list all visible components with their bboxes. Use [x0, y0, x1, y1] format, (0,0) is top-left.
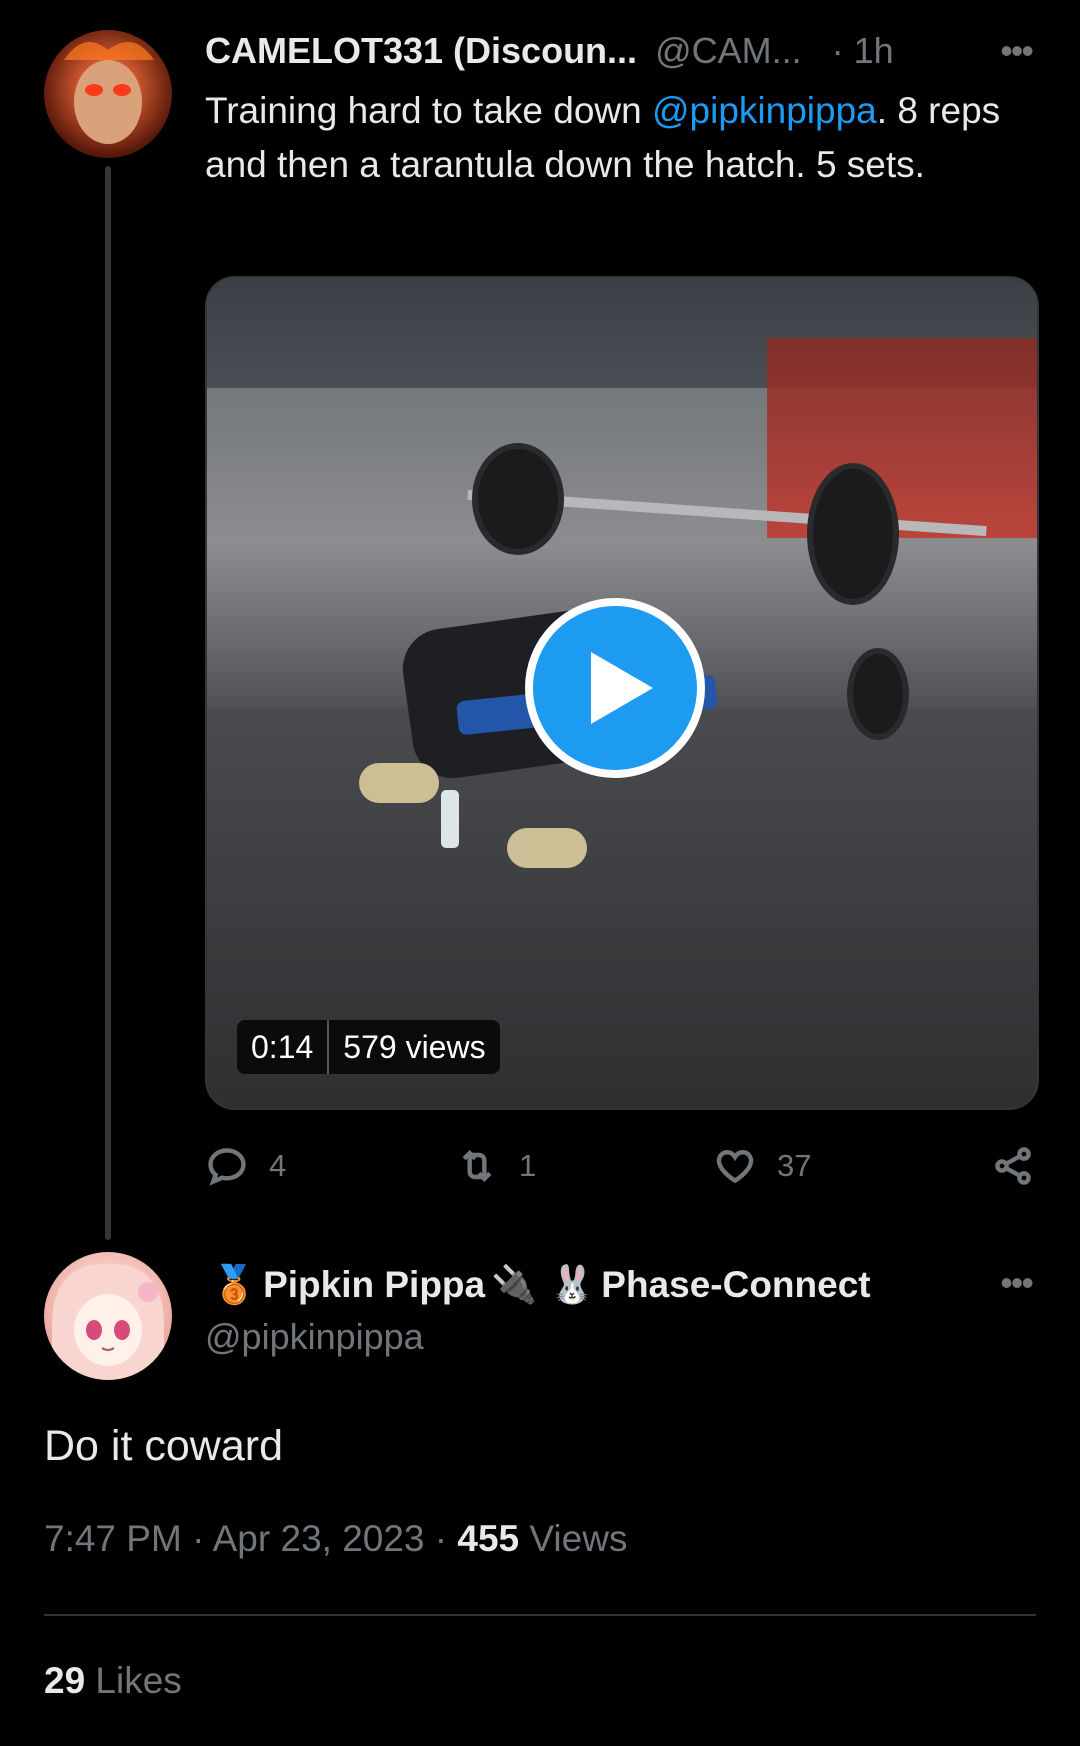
thread-line — [105, 166, 111, 1240]
heart-icon — [716, 1150, 754, 1184]
retweet-button[interactable]: 1 — [455, 1140, 536, 1192]
reply-text: Do it coward — [44, 1422, 283, 1470]
medal-icon: 🥉 — [211, 1263, 258, 1305]
reply-button[interactable]: 4 — [205, 1140, 286, 1192]
video-views: 579 views — [343, 1028, 486, 1065]
reply-header: 🥉 Pipkin Pippa 🔌 🐰 Phase-Connect — [205, 1258, 871, 1312]
timestamp[interactable]: 7:47 PM · Apr 23, 2023 · — [44, 1518, 457, 1559]
display-name[interactable]: Pipkin Pippa — [263, 1264, 485, 1306]
tweet-meta: 7:47 PM · Apr 23, 2023 · 455 Views — [44, 1518, 627, 1560]
likes-link[interactable]: 29 Likes — [44, 1660, 182, 1702]
handle[interactable]: @CAM... — [655, 30, 802, 72]
tweet-text-part: Training hard to take down — [205, 90, 652, 131]
video-frame-shoe — [359, 763, 439, 803]
more-icon[interactable]: ••• — [1000, 30, 1034, 72]
tweet-header: CAMELOT331 (Discoun... @CAM... · 1h — [205, 26, 894, 76]
likes-label: Likes — [85, 1660, 182, 1701]
retweet-count: 1 — [519, 1148, 537, 1183]
reply-icon — [208, 1148, 246, 1186]
play-icon — [591, 652, 653, 724]
more-icon[interactable]: ••• — [1000, 1262, 1034, 1304]
share-icon — [995, 1147, 1031, 1185]
handle[interactable]: @pipkinpippa — [205, 1316, 424, 1358]
video-duration: 0:14 — [251, 1028, 314, 1065]
action-bar: 4 1 37 — [205, 1140, 1035, 1192]
views-label: Views — [519, 1518, 628, 1559]
affiliation[interactable]: Phase-Connect — [601, 1264, 870, 1306]
video-player[interactable]: 0:14 579 views — [205, 276, 1039, 1110]
video-info-overlay: 0:14 579 views — [237, 1020, 500, 1074]
timestamp[interactable]: · 1h — [832, 30, 894, 72]
video-frame-wall — [767, 338, 1037, 538]
avatar[interactable] — [44, 1252, 172, 1380]
views-count: 455 — [457, 1518, 520, 1559]
plug-icon: 🔌 — [491, 1263, 538, 1305]
reply-count: 4 — [269, 1148, 287, 1183]
retweet-icon — [462, 1150, 492, 1182]
play-button[interactable] — [525, 598, 705, 778]
display-name[interactable]: CAMELOT331 (Discoun... — [205, 30, 637, 72]
share-button[interactable] — [991, 1140, 1035, 1192]
tweet-text: Training hard to take down @pipkinpippa.… — [205, 84, 1005, 192]
like-count: 37 — [777, 1148, 812, 1183]
video-frame-plate — [847, 648, 909, 740]
video-frame-plate — [807, 463, 899, 605]
bunny-icon: 🐰 — [549, 1263, 596, 1305]
likes-count: 29 — [44, 1660, 86, 1701]
like-button[interactable]: 37 — [713, 1140, 811, 1192]
mention-link[interactable]: @pipkinpippa — [652, 90, 877, 131]
video-frame-bottle — [441, 790, 459, 848]
divider — [44, 1614, 1036, 1616]
video-frame-shoe — [507, 828, 587, 868]
video-frame-plate — [472, 443, 564, 555]
avatar[interactable] — [44, 30, 172, 158]
